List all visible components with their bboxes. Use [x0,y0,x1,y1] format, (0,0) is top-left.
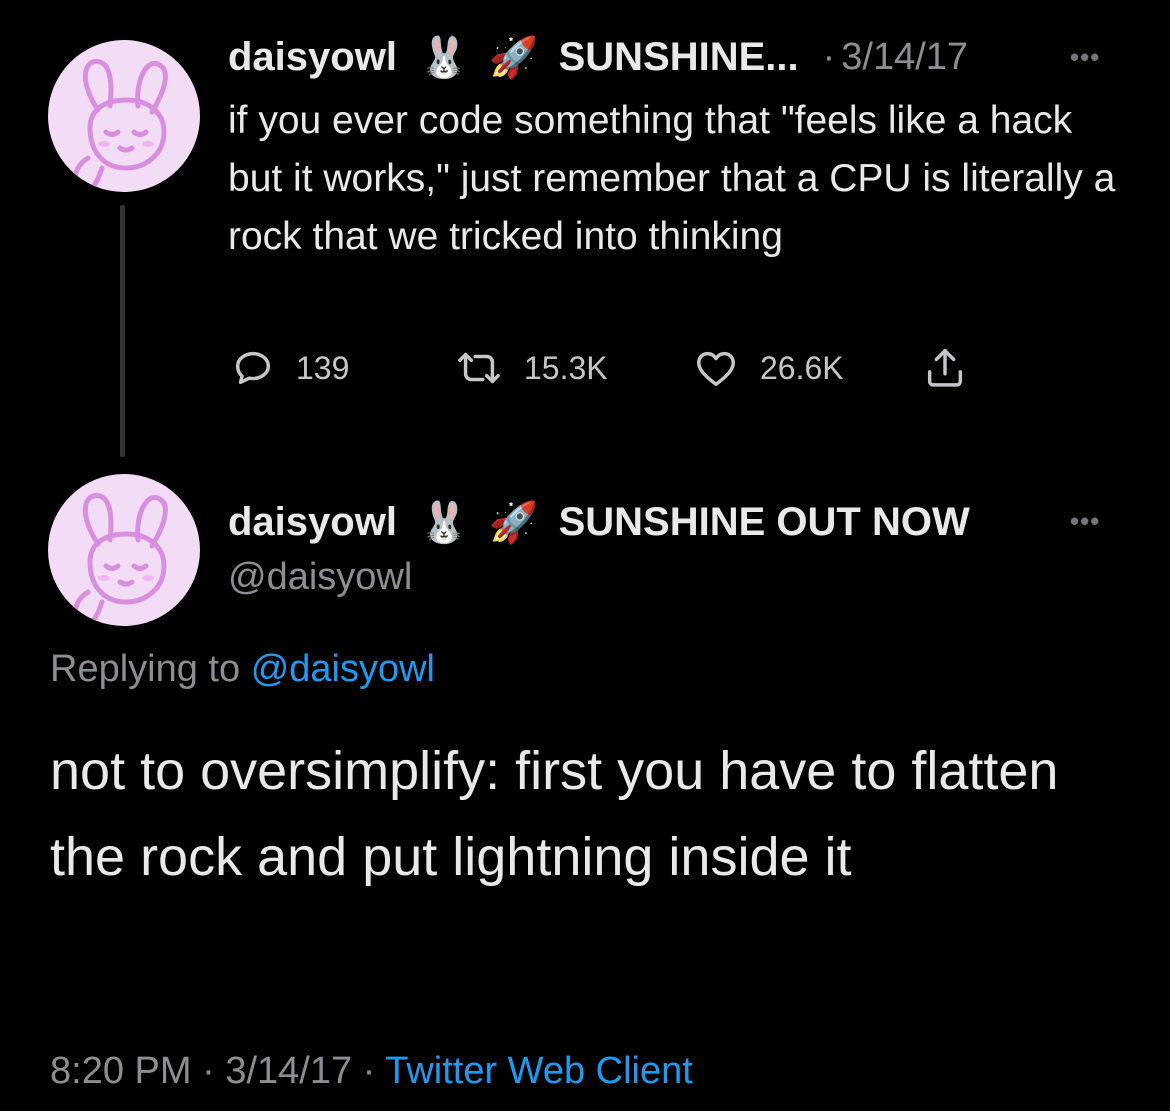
user-handle[interactable]: @daisyowl [228,556,412,599]
rocket-emoji-icon: 🚀 [488,499,539,546]
replying-to-line: Replying to @daisyowl [50,648,435,691]
display-name[interactable]: daisyowl [228,35,397,80]
display-name-suffix[interactable]: SUNSHINE OUT NOW [559,500,970,545]
reply-icon [235,351,271,385]
like-count: 26.6K [760,349,844,386]
tweet-actions-bar: 139 15.3K 26.6K [230,342,990,394]
tweet-header: daisyowl 🐰 🚀 SUNSHINE... · 3/14/17 [228,32,968,82]
thread-connector-line [120,205,125,457]
tweet-text: if you ever code something that "feels l… [228,99,1116,258]
tweet-text: not to oversimplify: first you have to f… [50,741,1059,887]
display-name[interactable]: daisyowl [228,500,397,545]
tweet-date[interactable]: 3/14/17 [225,1050,352,1092]
tweet-time[interactable]: 8:20 PM [50,1050,192,1092]
heart-icon [697,351,735,387]
display-name-suffix[interactable]: SUNSHINE... [559,35,799,80]
avatar[interactable] [48,474,200,626]
tweet-metadata: 8:20 PM · 3/14/17 · Twitter Web Client [50,1050,693,1093]
more-options-icon[interactable]: ••• [1070,506,1100,537]
like-button[interactable]: 26.6K [692,342,844,394]
separator-dot: · [822,35,836,78]
retweet-button[interactable]: 15.3K [454,342,608,394]
rocket-emoji-icon: 🚀 [488,34,539,81]
replying-to-handle-link[interactable]: @daisyowl [251,648,435,690]
share-icon [927,349,963,387]
share-button[interactable] [922,342,988,394]
tweet-date[interactable]: 3/14/17 [841,36,968,79]
bunny-avatar-icon [73,59,168,192]
replying-to-label: Replying to [50,648,241,690]
avatar[interactable] [48,40,200,192]
client-link[interactable]: Twitter Web Client [385,1050,693,1092]
bunny-emoji-icon: 🐰 [418,499,469,546]
retweet-count: 15.3K [524,349,608,386]
more-options-icon[interactable]: ••• [1070,42,1100,73]
reply-button[interactable]: 139 [230,342,349,394]
separator-dot: · [202,1050,215,1092]
separator-dot: · [362,1050,376,1092]
retweet-icon [458,352,500,384]
bunny-emoji-icon: 🐰 [418,34,469,81]
tweet-header: daisyowl 🐰 🚀 SUNSHINE OUT NOW [228,495,970,549]
reply-count: 139 [296,349,350,386]
bunny-avatar-icon [73,493,168,626]
